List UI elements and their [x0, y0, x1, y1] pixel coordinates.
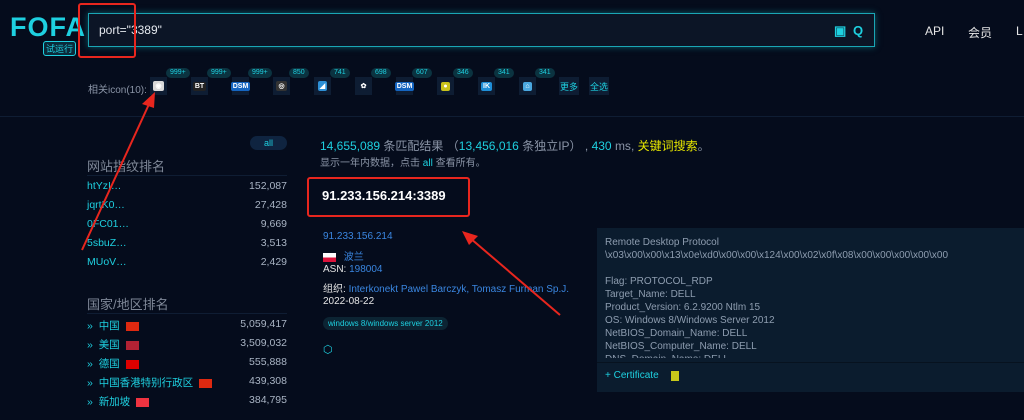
arrow-head — [142, 92, 155, 108]
arrow-line — [81, 101, 151, 251]
annotation-arrows — [81, 92, 561, 316]
arrow-line — [469, 237, 561, 316]
